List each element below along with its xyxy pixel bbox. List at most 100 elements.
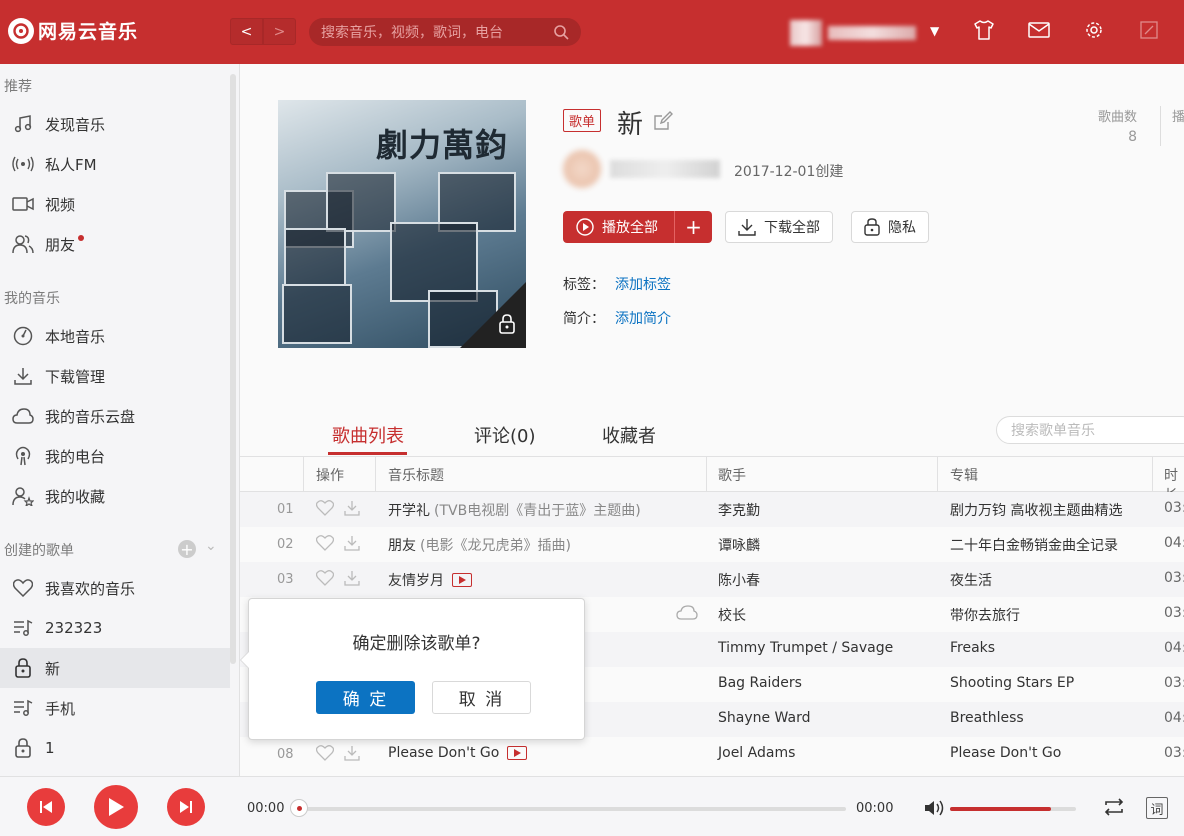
song-album[interactable]: Please Don't Go	[950, 745, 1061, 761]
sidebar-item-label: 发现音乐	[45, 115, 106, 134]
song-artist[interactable]: Bag Raiders	[718, 675, 802, 691]
table-row[interactable]: 01 开学礼 (TVB电视剧《青出于蓝》主题曲) 李克勤 剧力万钧 高收视主题曲精…	[240, 492, 1184, 527]
song-duration: 03:	[1164, 675, 1184, 691]
loop-icon[interactable]	[1102, 797, 1126, 821]
add-tags-link[interactable]: 添加标签	[615, 277, 671, 293]
playlist-search-input[interactable]: 搜索歌单音乐	[996, 416, 1184, 444]
volume-slider[interactable]	[950, 807, 1076, 811]
shirt-icon[interactable]	[972, 18, 996, 42]
mv-icon[interactable]	[452, 573, 472, 587]
radio-wave-icon	[12, 153, 34, 175]
sidebar-item-label: 我喜欢的音乐	[45, 579, 136, 598]
minimize-window-icon[interactable]	[1137, 18, 1161, 42]
heart-icon[interactable]	[316, 745, 334, 761]
download-icon[interactable]	[344, 535, 360, 551]
song-artist[interactable]: 校长	[718, 605, 746, 625]
sidebar-item-playlist-232323[interactable]: 232323	[0, 608, 230, 648]
progress-bar[interactable]	[300, 807, 846, 811]
heart-icon[interactable]	[316, 570, 334, 586]
notification-dot	[78, 235, 85, 241]
owner-name[interactable]	[610, 160, 720, 178]
created-date: 2017-12-01创建	[734, 164, 844, 180]
song-album[interactable]: Freaks	[950, 640, 995, 656]
song-album[interactable]: 二十年白金畅销金曲全记录	[950, 535, 1118, 555]
sidebar-item-cloud[interactable]: 我的音乐云盘	[0, 396, 230, 436]
sidebar-item-playlist-phone[interactable]: 手机	[0, 688, 230, 728]
sidebar-item-video[interactable]: 视频	[0, 184, 230, 224]
col-artist[interactable]: 歌手	[718, 465, 746, 485]
sidebar-item-playlist-1[interactable]: 1	[0, 728, 230, 768]
heart-icon[interactable]	[316, 535, 334, 551]
tab-song-list[interactable]: 歌曲列表	[332, 422, 404, 448]
mv-icon[interactable]	[507, 746, 528, 760]
song-album[interactable]: Shooting Stars EP	[950, 675, 1074, 691]
cloud-icon	[676, 605, 698, 624]
song-artist[interactable]: Joel Adams	[718, 745, 795, 761]
table-row[interactable]: 02 朋友(电影《龙兄虎弟》插曲) 谭咏麟 二十年白金畅销金曲全记录 04:	[240, 527, 1184, 562]
next-button[interactable]	[167, 788, 205, 826]
heart-icon[interactable]	[316, 500, 334, 516]
edit-icon[interactable]	[653, 111, 673, 135]
song-artist[interactable]: 谭咏麟	[718, 535, 760, 555]
friends-icon	[12, 233, 34, 255]
sidebar-item-discover[interactable]: 发现音乐	[0, 104, 230, 144]
add-playlist-icon[interactable]: +	[178, 540, 196, 559]
col-title[interactable]: 音乐标题	[388, 465, 444, 485]
mail-icon[interactable]	[1027, 18, 1051, 42]
back-button[interactable]: <	[230, 18, 263, 45]
song-album[interactable]: Breathless	[950, 710, 1024, 726]
download-icon[interactable]	[344, 500, 360, 516]
sidebar-item-downloads[interactable]: 下载管理	[0, 356, 230, 396]
song-album[interactable]: 剧力万钧 高收视主题曲精选	[950, 500, 1122, 520]
song-title: 友情岁月	[388, 573, 444, 589]
sidebar-item-label: 手机	[45, 699, 76, 718]
song-artist[interactable]: 陈小春	[718, 570, 760, 590]
sidebar-item-playlist-new[interactable]: 新	[0, 648, 230, 688]
privacy-button[interactable]: 隐私	[851, 211, 929, 243]
chevron-down-icon[interactable]: ⌄	[205, 538, 217, 554]
col-album[interactable]: 专辑	[950, 465, 978, 485]
owner-avatar[interactable]	[563, 150, 601, 188]
chevron-down-icon[interactable]: ▼	[930, 24, 939, 38]
forward-button[interactable]: >	[263, 18, 296, 45]
table-header: 操作 音乐标题 歌手 专辑 时长	[240, 456, 1184, 504]
search-input[interactable]: 搜索音乐，视频，歌词，电台	[309, 18, 581, 46]
song-album[interactable]: 带你去旅行	[950, 605, 1020, 625]
add-to-queue-button[interactable]: +	[675, 215, 712, 239]
gear-icon[interactable]	[1082, 18, 1106, 42]
play-all-button[interactable]: 播放全部 +	[563, 211, 712, 243]
table-row[interactable]: 08 Please Don't Go Joel Adams Please Don…	[240, 737, 1184, 772]
app-logo[interactable]: 网易云音乐	[8, 17, 138, 44]
private-lock-icon	[498, 314, 516, 338]
song-artist[interactable]: Shayne Ward	[718, 710, 810, 726]
sidebar-item-radio[interactable]: 我的电台	[0, 436, 230, 476]
section-my-music: 我的音乐	[4, 291, 60, 307]
download-icon[interactable]	[344, 570, 360, 586]
song-artist[interactable]: Timmy Trumpet / Savage	[718, 640, 893, 656]
volume-icon[interactable]	[924, 799, 946, 821]
sidebar-item-collection[interactable]: 我的收藏	[0, 476, 230, 516]
song-album[interactable]: 夜生活	[950, 570, 992, 590]
confirm-button[interactable]: 确 定	[316, 681, 415, 714]
music-note-icon	[12, 113, 34, 135]
lyrics-button[interactable]: 词	[1146, 797, 1168, 819]
sidebar-item-local-music[interactable]: 本地音乐	[0, 316, 230, 356]
dialog-message: 确定删除该歌单?	[352, 634, 481, 654]
download-all-button[interactable]: 下载全部	[725, 211, 833, 243]
add-intro-link[interactable]: 添加简介	[615, 311, 671, 327]
sidebar-item-friends[interactable]: 朋友	[0, 224, 230, 264]
progress-handle[interactable]	[290, 799, 308, 817]
play-button[interactable]	[94, 785, 138, 829]
sidebar-item-label: 新	[45, 659, 61, 678]
previous-button[interactable]	[27, 788, 65, 826]
tab-subscribers[interactable]: 收藏者	[602, 422, 656, 448]
download-icon[interactable]	[344, 745, 360, 761]
sidebar-scrollbar[interactable]	[230, 64, 238, 776]
cancel-button[interactable]: 取 消	[432, 681, 531, 714]
sidebar-item-fm[interactable]: 私人FM	[0, 144, 230, 184]
sidebar-item-liked[interactable]: 我喜欢的音乐	[0, 568, 230, 608]
song-artist[interactable]: 李克勤	[718, 500, 760, 520]
table-row[interactable]: 03 友情岁月 陈小春 夜生活 03:	[240, 562, 1184, 597]
user-profile[interactable]	[790, 20, 920, 46]
tab-comments[interactable]: 评论(0)	[474, 422, 536, 448]
